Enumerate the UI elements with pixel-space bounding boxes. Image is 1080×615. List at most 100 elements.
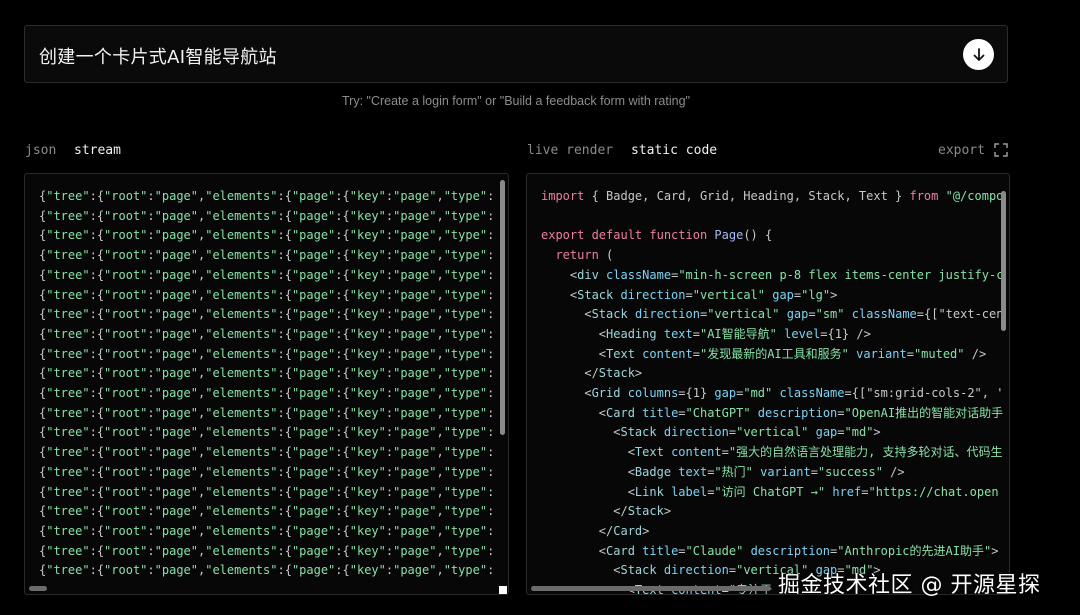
json-stream-panel[interactable]: {"tree":{"root":"page","elements":{"page…	[24, 173, 509, 595]
json-token: "tree"	[46, 445, 90, 460]
json-token: "page"	[393, 228, 437, 243]
code-token: () {	[743, 228, 773, 243]
json-token: :{	[335, 543, 350, 558]
json-token: :{	[335, 307, 350, 322]
json-token: "page"	[291, 464, 336, 479]
json-token: :	[147, 248, 155, 263]
json-token: "tree"	[46, 267, 90, 282]
code-token: <	[541, 267, 578, 282]
code-token: </	[541, 366, 599, 381]
tab-json[interactable]: json	[25, 143, 56, 158]
json-token: "page"	[393, 504, 437, 519]
code-token: ={["sm:grid-cols-2", '	[844, 386, 1004, 401]
json-token: :{	[335, 563, 350, 578]
code-token: content	[642, 346, 693, 361]
code-horizontal-scrollbar[interactable]	[531, 586, 771, 591]
json-token: "key"	[349, 189, 386, 203]
code-token: <	[541, 346, 607, 361]
json-line: {"tree":{"root":"page","elements":{"page…	[39, 187, 494, 207]
json-token: "key"	[349, 366, 386, 381]
json-token: "page"	[154, 543, 198, 558]
json-token: "page"	[393, 405, 437, 420]
tab-static-code[interactable]: static code	[631, 143, 717, 158]
prompt-text[interactable]: 创建一个卡片式AI智能导航站	[39, 43, 277, 69]
json-token: "root"	[104, 267, 148, 282]
code-token: ={["text-cen	[916, 307, 1004, 322]
code-token: =	[692, 326, 700, 341]
json-token: "type"	[443, 208, 488, 223]
json-token: :	[147, 366, 155, 381]
json-token: "key"	[349, 504, 386, 519]
json-token: :{	[89, 366, 105, 381]
code-token: />	[964, 346, 987, 361]
json-token: "root"	[104, 228, 148, 243]
json-token: :	[147, 307, 155, 322]
submit-button[interactable]	[963, 39, 994, 70]
json-token: :	[147, 326, 155, 341]
code-token: Heading	[606, 326, 657, 341]
json-token: :{	[277, 523, 292, 538]
code-line: <Stack direction="vertical" gap="sm" cla…	[541, 305, 1003, 325]
json-horizontal-scrollbar[interactable]	[29, 586, 47, 591]
json-token: :{	[277, 208, 292, 223]
json-token: "key"	[349, 287, 386, 302]
json-token: :	[487, 386, 495, 401]
static-code-panel[interactable]: import { Badge, Card, Grid, Heading, Sta…	[526, 173, 1010, 595]
json-token: "page"	[393, 326, 437, 341]
code-token: Stack	[620, 563, 657, 578]
json-token: :	[147, 208, 155, 223]
json-token: "page"	[154, 504, 198, 519]
json-token: :	[487, 189, 495, 203]
tab-live-render[interactable]: live render	[527, 143, 613, 158]
json-token: :{	[335, 248, 350, 263]
json-token: "root"	[104, 189, 148, 203]
json-token: "root"	[104, 405, 148, 420]
json-token: "page"	[393, 445, 437, 460]
code-vertical-scrollbar[interactable]	[1001, 191, 1006, 331]
json-token: "key"	[349, 523, 386, 538]
json-token: ,	[436, 366, 444, 381]
json-line: {"tree":{"root":"page","elements":{"page…	[39, 364, 494, 384]
prompt-input[interactable]: 创建一个卡片式AI智能导航站	[24, 25, 1008, 83]
json-token: "elements"	[205, 287, 278, 302]
json-token: :{	[89, 248, 105, 263]
json-token: ,	[436, 346, 444, 361]
code-token: Link	[634, 484, 664, 499]
json-token: "root"	[104, 346, 148, 361]
json-token: ,	[436, 425, 444, 440]
json-token: :	[147, 287, 155, 302]
code-token: description	[757, 405, 838, 420]
json-token: :	[147, 267, 155, 282]
json-token: "elements"	[205, 189, 278, 203]
json-token: "tree"	[46, 504, 90, 519]
tab-stream[interactable]: stream	[74, 143, 121, 158]
json-token: "page"	[393, 563, 437, 578]
code-line: <Link label="访问 ChatGPT →" href="https:/…	[541, 483, 1003, 503]
code-token: </	[541, 523, 614, 538]
json-token: "tree"	[46, 287, 90, 302]
json-token: "elements"	[205, 445, 278, 460]
code-token: Card	[606, 543, 635, 558]
code-token: "Anthropic的先进AI助手"	[837, 543, 992, 558]
code-token: "访问 ChatGPT →"	[714, 484, 826, 499]
expand-icon[interactable]	[994, 143, 1008, 157]
json-token: "page"	[154, 248, 198, 263]
code-line: </Stack>	[541, 502, 1003, 522]
json-token: "page"	[154, 484, 198, 499]
json-token: :	[487, 464, 495, 479]
code-token: <	[541, 287, 578, 302]
code-token: />	[882, 464, 905, 479]
code-token: >	[642, 523, 650, 538]
code-token: <	[541, 425, 621, 440]
code-token: "vertical"	[692, 287, 765, 302]
code-token: div	[577, 267, 599, 282]
json-token: "tree"	[46, 189, 90, 203]
json-token: :{	[89, 405, 105, 420]
code-token: <	[541, 484, 635, 499]
scroll-corner	[499, 586, 507, 594]
json-token: "elements"	[205, 386, 278, 401]
json-token: "page"	[291, 287, 336, 302]
json-vertical-scrollbar[interactable]	[500, 180, 505, 435]
export-button[interactable]: export	[938, 143, 985, 158]
